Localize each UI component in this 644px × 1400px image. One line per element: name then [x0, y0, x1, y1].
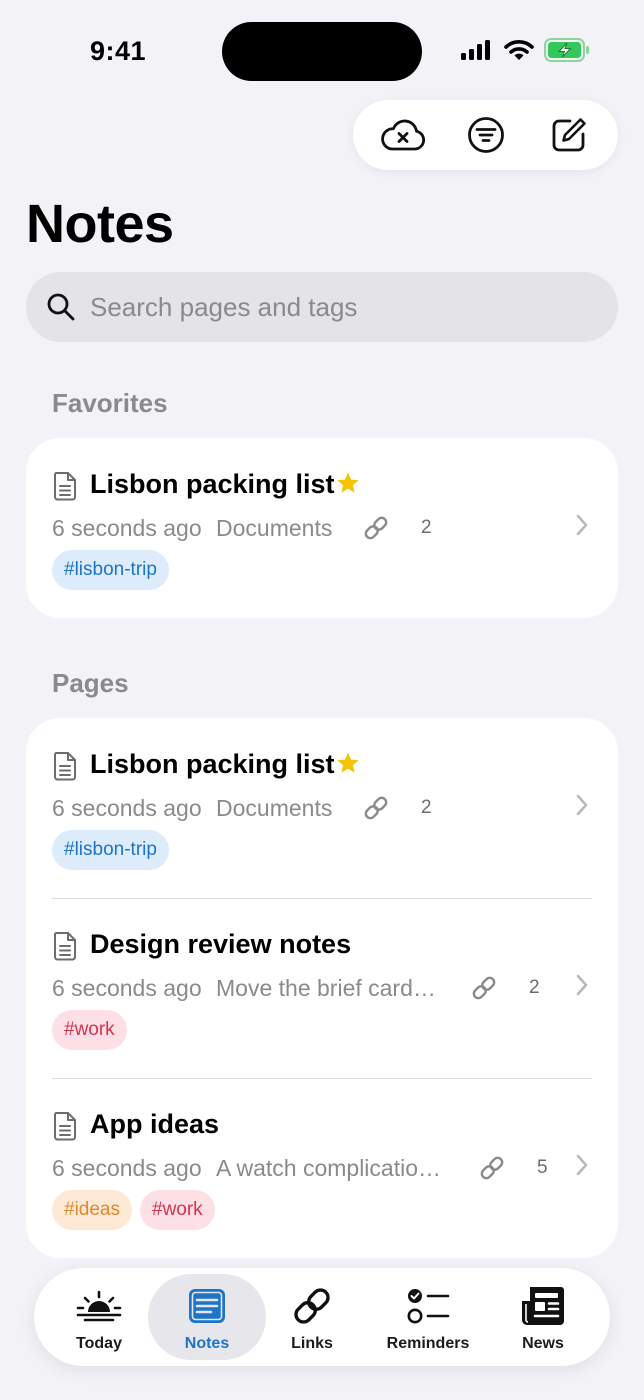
chevron-right-icon	[576, 514, 588, 536]
status-icons	[460, 38, 590, 62]
search-input[interactable]	[90, 291, 570, 323]
chevron-right-icon	[576, 974, 588, 996]
page-title: Notes	[26, 194, 174, 254]
list-item[interactable]: Design review notes 6 seconds ago Move t…	[26, 898, 618, 1078]
favorites-card: Lisbon packing list 6 seconds ago Docume…	[26, 438, 618, 618]
tab-label: Notes	[184, 1335, 230, 1352]
note-preview: A watch complicatio…	[216, 1155, 441, 1181]
note-preview: Move the brief card…	[216, 975, 436, 1001]
document-icon	[53, 472, 76, 501]
star-icon	[337, 472, 359, 493]
note-timestamp: 6 seconds ago	[52, 1155, 202, 1181]
list-item[interactable]: Lisbon packing list 6 seconds ago Docume…	[26, 718, 618, 898]
search-bar[interactable]	[26, 272, 618, 342]
note-title: Lisbon packing list	[90, 469, 335, 499]
link-icon	[364, 516, 388, 540]
newspaper-icon	[522, 1287, 564, 1325]
tab-news[interactable]: News	[492, 1268, 594, 1366]
search-icon	[47, 293, 75, 321]
cellular-signal-icon	[461, 40, 490, 60]
tab-label: Today	[76, 1335, 122, 1352]
filter-button[interactable]	[456, 105, 516, 165]
link-count: 2	[529, 977, 540, 998]
link-count: 2	[421, 517, 432, 538]
note-timestamp: 6 seconds ago	[52, 795, 202, 821]
tab-label: News	[522, 1335, 564, 1352]
section-header-favorites: Favorites	[52, 388, 168, 418]
note-meta: 6 seconds ago Documents	[52, 515, 332, 542]
sunrise-icon	[76, 1290, 122, 1322]
document-icon	[53, 1112, 76, 1141]
note-preview: Documents	[216, 795, 333, 821]
document-icon	[53, 932, 76, 961]
tag-chip[interactable]: #work	[140, 1190, 215, 1230]
tab-bar: Today Notes Links Reminders News	[34, 1268, 610, 1366]
new-note-button[interactable]	[539, 105, 599, 165]
filter-icon	[467, 117, 504, 153]
link-icon	[294, 1288, 330, 1324]
tag-chip[interactable]: #work	[52, 1010, 127, 1050]
tag-list: #work	[52, 1010, 127, 1050]
link-count: 2	[421, 797, 432, 818]
section-header-pages: Pages	[52, 668, 129, 698]
list-item[interactable]: Lisbon packing list 6 seconds ago Docume…	[26, 438, 618, 618]
compose-icon	[552, 118, 586, 152]
cloud-off-icon	[380, 119, 425, 151]
tag-list: #lisbon-trip	[52, 830, 169, 870]
toolbar	[353, 100, 618, 170]
notes-screen: 9:41 Notes Search pages and tags Favorit…	[0, 0, 644, 1400]
tag-chip[interactable]: #lisbon-trip	[52, 830, 169, 870]
tag-chip[interactable]: #ideas	[52, 1190, 132, 1230]
note-title: Lisbon packing list	[90, 749, 335, 779]
chevron-right-icon	[576, 794, 588, 816]
tab-label: Reminders	[386, 1335, 470, 1352]
link-icon	[472, 976, 496, 1000]
note-timestamp: 6 seconds ago	[52, 515, 202, 541]
link-icon	[480, 1156, 504, 1180]
tag-chip[interactable]: #lisbon-trip	[52, 550, 169, 590]
battery-charging-icon	[544, 38, 589, 62]
wifi-icon	[504, 40, 534, 60]
cloud-sync-off-button[interactable]	[373, 105, 433, 165]
link-icon	[364, 796, 388, 820]
note-title: Design review notes	[90, 929, 352, 959]
chevron-right-icon	[576, 1154, 588, 1176]
notes-icon	[189, 1289, 225, 1323]
status-time: 9:41	[90, 36, 147, 66]
note-timestamp: 6 seconds ago	[52, 975, 202, 1001]
tab-notes[interactable]: Notes	[148, 1274, 266, 1360]
tab-reminders[interactable]: Reminders	[374, 1268, 482, 1366]
checklist-icon	[407, 1289, 450, 1324]
note-title: App ideas	[90, 1109, 220, 1139]
tab-links[interactable]: Links	[262, 1268, 362, 1366]
tab-today[interactable]: Today	[46, 1268, 152, 1366]
note-meta: 6 seconds ago Documents	[52, 795, 332, 822]
dynamic-island	[222, 22, 422, 81]
note-preview: Documents	[216, 515, 333, 541]
document-icon	[53, 752, 76, 781]
tag-list: #ideas #work	[52, 1190, 215, 1230]
note-meta: 6 seconds ago A watch complicatio…	[52, 1155, 441, 1182]
tab-label: Links	[291, 1335, 333, 1352]
note-meta: 6 seconds ago Move the brief card…	[52, 975, 436, 1002]
link-count: 5	[537, 1157, 548, 1178]
pages-card: Lisbon packing list 6 seconds ago Docume…	[26, 718, 618, 1258]
star-icon	[337, 752, 359, 773]
tag-list: #lisbon-trip	[52, 550, 169, 590]
list-item[interactable]: App ideas 6 seconds ago A watch complica…	[26, 1078, 618, 1258]
